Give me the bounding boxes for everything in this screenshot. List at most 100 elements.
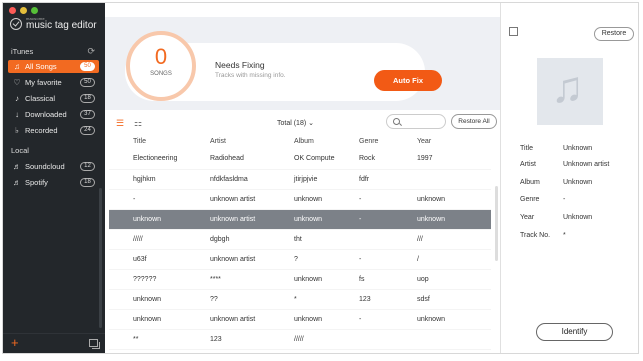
cell-year: uop: [393, 269, 491, 290]
cell-album: unknown: [270, 189, 335, 210]
table-row[interactable]: /////dgbgh tht ///: [109, 229, 491, 250]
cell-genre: [335, 229, 393, 250]
sidebar-item-label: Recorded: [25, 126, 58, 135]
sidebar-item-all-songs[interactable]: ♫ All Songs 50: [8, 60, 99, 73]
sidebar-scrollbar[interactable]: [99, 188, 102, 328]
table-row[interactable]: unknown unknown artist unknown - unknown: [109, 309, 491, 330]
cell-year: [393, 169, 491, 190]
cell-artist: dgbgh: [186, 229, 270, 250]
column-header-title[interactable]: Title: [109, 133, 186, 149]
table-row[interactable]: ** 123/////: [109, 329, 491, 350]
violin-icon: ♪: [15, 94, 19, 103]
songs-count-ring: 0 SONGS: [126, 31, 196, 101]
cell-year: sdsf: [393, 289, 491, 310]
column-header-genre[interactable]: Genre: [335, 133, 393, 149]
sidebar-item-downloaded[interactable]: ↓ Downloaded 37: [8, 108, 99, 121]
cell-genre: -: [335, 209, 393, 230]
tag-field-value[interactable]: -: [563, 196, 638, 203]
sidebar-item-recorded[interactable]: ♭ Recorded 24: [8, 124, 99, 137]
cell-genre: -: [335, 249, 393, 270]
column-header-year[interactable]: Year: [393, 133, 491, 149]
count-badge: 18: [80, 94, 95, 103]
identify-button[interactable]: Identify: [536, 323, 613, 341]
app-logo: macsome music tag editor: [10, 17, 97, 31]
sidebar-item-spotify[interactable]: ♬ Spotify 18: [8, 176, 99, 189]
table-row[interactable]: - unknown artist unknown - unknown: [109, 189, 491, 210]
table-scrollbar[interactable]: [495, 186, 498, 261]
sidebar-item-classical[interactable]: ♪ Classical 18: [8, 92, 99, 105]
count-badge: 12: [80, 162, 95, 171]
cell-genre: [335, 329, 393, 350]
cell-album: unknown: [270, 209, 335, 230]
main-content: 0 SONGS Needs Fixing Tracks with missing…: [105, 3, 500, 353]
window-icon[interactable]: [89, 339, 100, 349]
tag-field-value[interactable]: Unknown: [563, 214, 638, 221]
cell-title: u63f: [109, 249, 186, 270]
table-row[interactable]: u63f unknown artist? - /: [109, 249, 491, 270]
total-dropdown[interactable]: Total (18) ⌄: [277, 119, 314, 127]
cell-genre: Rock: [335, 149, 393, 170]
count-badge: 37: [80, 110, 95, 119]
cell-album: *: [270, 289, 335, 310]
cell-artist: unknown artist: [186, 209, 270, 230]
cell-year: ///: [393, 229, 491, 250]
microphone-icon: ♭: [15, 126, 19, 135]
table-row[interactable]: unknown?? * 123 sdsf: [109, 289, 491, 310]
restore-button[interactable]: Restore: [594, 27, 634, 41]
music-note-icon: ♫: [14, 62, 20, 71]
cell-title: unknown: [109, 309, 186, 330]
music-note-icon: ♫: [551, 63, 584, 112]
cell-artist: unknown artist: [186, 189, 270, 210]
cell-artist: unknown artist: [186, 249, 270, 270]
edit-icon[interactable]: [509, 27, 518, 36]
cell-genre: -: [335, 309, 393, 330]
cell-album: OK Computer: [270, 149, 335, 170]
cell-album: unknown: [270, 309, 335, 330]
minimize-window-button[interactable]: [20, 7, 27, 14]
search-input[interactable]: [386, 114, 446, 129]
tag-field-value[interactable]: Unknown: [563, 179, 638, 186]
cell-title: Electioneering: [109, 149, 186, 170]
songs-count: 0: [154, 44, 168, 69]
cell-year: 1997: [393, 149, 491, 170]
refresh-icon[interactable]: ⟳: [87, 46, 95, 57]
add-icon[interactable]: +: [11, 336, 19, 349]
table-row[interactable]: unknown unknown artist unknown - unknown: [109, 209, 491, 230]
tag-field-value[interactable]: Unknown: [563, 145, 638, 152]
album-artwork[interactable]: ♫: [537, 58, 603, 125]
heart-icon: ♡: [13, 78, 21, 87]
window-controls: [9, 7, 38, 14]
list-view-icon[interactable]: ☰: [116, 118, 124, 129]
cell-genre: -: [335, 189, 393, 210]
cell-genre: fs: [335, 269, 393, 290]
auto-fix-button[interactable]: Auto Fix: [374, 70, 442, 91]
tag-field-value[interactable]: *: [563, 232, 638, 239]
cell-artist: unknown artist: [186, 309, 270, 330]
sidebar-item-label: My favorite: [25, 78, 62, 87]
cell-title: /////: [109, 229, 186, 250]
cell-title: hgjhkm: [109, 169, 186, 190]
table-row[interactable]: ?????? **** unknown fs uop: [109, 269, 491, 290]
count-badge: 18: [80, 178, 95, 187]
download-icon: ↓: [15, 110, 19, 119]
cell-artist: ****: [186, 269, 270, 290]
needs-fixing-subtitle: Tracks with missing info.: [215, 72, 286, 79]
column-header-artist[interactable]: Artist: [186, 133, 270, 149]
table-row[interactable]: Electioneering Radiohead OK Computer Rock 19…: [109, 149, 491, 170]
column-header-album[interactable]: Album: [270, 133, 335, 149]
grid-view-icon[interactable]: ⚏: [134, 118, 142, 129]
table-row[interactable]: hgjhkm nfdkfasldma jtirjpjvie fdfr: [109, 169, 491, 190]
tag-details-panel: Restore ♫ Title Unknown Artist Unknown arti…: [500, 3, 638, 353]
cell-title: unknown: [109, 289, 186, 310]
close-window-button[interactable]: [9, 7, 16, 14]
sidebar-item-my-favorite[interactable]: ♡ My favorite 50: [8, 76, 99, 89]
restore-all-button[interactable]: Restore All: [451, 114, 497, 129]
sidebar-item-soundcloud[interactable]: ♬ Soundcloud 12: [8, 160, 99, 173]
soundcloud-icon: ♬: [13, 162, 21, 171]
app-name: music tag editor: [26, 20, 97, 31]
tag-field-value[interactable]: Unknown artist: [563, 161, 638, 168]
cell-artist: nfdkfasldma: [186, 169, 270, 190]
count-badge: 50: [80, 78, 95, 87]
zoom-window-button[interactable]: [31, 7, 38, 14]
cell-year: unknown: [393, 189, 491, 210]
